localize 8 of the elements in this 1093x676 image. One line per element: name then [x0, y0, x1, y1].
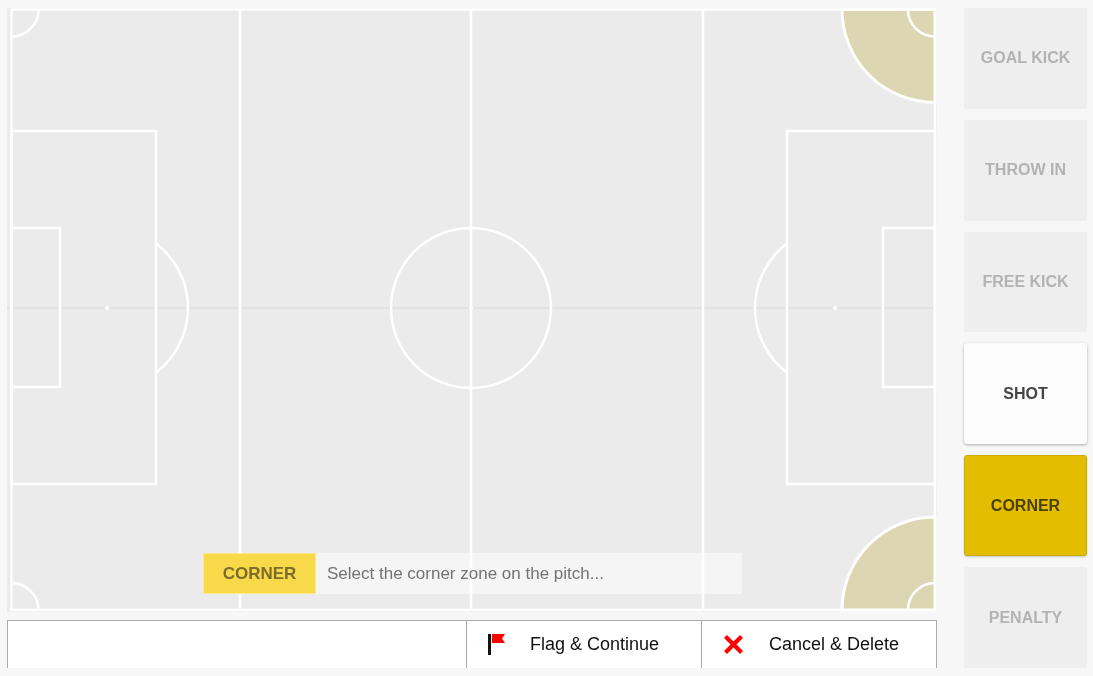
event-type-button[interactable]: SHOT: [964, 343, 1087, 445]
cross-icon: [723, 634, 744, 655]
corner-zone[interactable]: [840, 515, 937, 612]
instruction-text: Select the corner zone on the pitch...: [326, 562, 604, 585]
event-tag: CORNER: [203, 553, 316, 594]
corner-zone[interactable]: [840, 8, 937, 104]
flag-icon: [488, 634, 505, 655]
event-type-button[interactable]: CORNER: [964, 455, 1087, 557]
